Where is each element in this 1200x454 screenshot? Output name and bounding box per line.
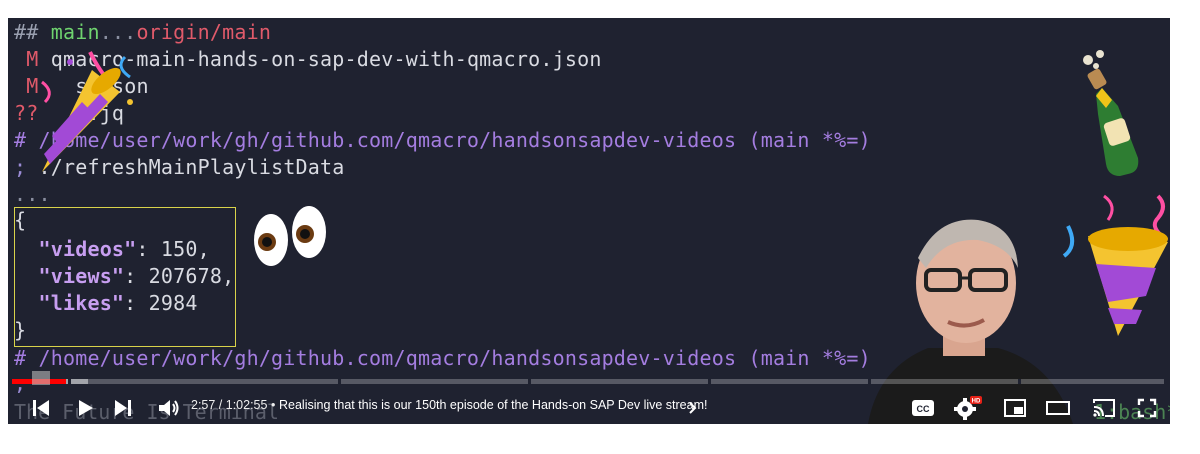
chevron-right-icon[interactable] [687, 398, 699, 418]
settings-button[interactable]: HD [950, 392, 986, 424]
progress-track [12, 379, 1164, 384]
party-popper-left-icon [41, 51, 133, 172]
volume-icon [159, 400, 179, 416]
captions-button[interactable]: CC [906, 392, 940, 424]
next-button[interactable] [108, 392, 138, 424]
captions-icon: CC [912, 400, 934, 416]
chapter-title[interactable]: Realising that this is our 150th episode… [279, 398, 707, 412]
json-value: 2984 [148, 291, 198, 315]
json-field-likes: "likes": 2984 [38, 291, 198, 315]
chapter-marker [68, 379, 71, 384]
hd-badge: HD [972, 399, 981, 405]
chapter-marker [528, 379, 531, 384]
settings-icon: HD [954, 396, 982, 420]
json-key: "videos" [38, 237, 137, 261]
presenter-video [868, 219, 1073, 424]
json-value: 207678, [148, 264, 235, 288]
theater-icon [1046, 401, 1070, 415]
prompt-path: # /home/user/work/gh/github.com/qmacro/h… [14, 346, 871, 370]
progress-bar[interactable] [8, 374, 1170, 388]
volume-button[interactable] [152, 392, 186, 424]
json-open-brace: { [14, 208, 27, 232]
champagne-bottle-icon [1083, 50, 1139, 176]
json-field-views: "views": 207678, [38, 264, 235, 288]
json-key: "views" [38, 264, 125, 288]
miniplayer-icon [1004, 399, 1026, 417]
chapter-marker [708, 379, 711, 384]
time-text: 2:57 / 1:02:55 [191, 398, 268, 412]
branch-name: main [50, 20, 100, 44]
json-field-videos: "videos": 150, [38, 237, 210, 261]
json-key: "likes" [38, 291, 125, 315]
branch-remote: origin/main [136, 20, 272, 44]
chapter-marker [1018, 379, 1021, 384]
fullscreen-button[interactable] [1130, 392, 1164, 424]
branch-hash: ## [14, 20, 39, 44]
chapter-marker [338, 379, 341, 384]
play-icon [79, 400, 93, 416]
prompt-char: ; [14, 155, 27, 179]
next-icon [115, 400, 131, 416]
prev-icon [33, 400, 49, 416]
eyes-emoji-icon [254, 206, 326, 266]
player-controls: 2:57 / 1:02:55 • Realising that this is … [8, 392, 1170, 424]
svg-text:CC: CC [917, 404, 930, 414]
video-player[interactable]: ## main...origin/main M qmacro-main-hand… [8, 18, 1170, 424]
time-display: 2:57 / 1:02:55 • [191, 398, 275, 412]
json-value: 150, [160, 237, 210, 261]
miniplayer-button[interactable] [998, 392, 1032, 424]
json-close-brace: } [14, 318, 27, 342]
chapter-marker [868, 379, 871, 384]
play-button[interactable] [70, 392, 100, 424]
previous-button[interactable] [26, 392, 56, 424]
cast-button[interactable] [1086, 392, 1122, 424]
scrub-handle[interactable] [32, 371, 50, 385]
theater-mode-button[interactable] [1038, 392, 1078, 424]
prompt-path: # /home/user/work/gh/github.com/qmacro/h… [14, 128, 871, 152]
cast-icon [1093, 399, 1115, 417]
branch-sep: ... [99, 20, 137, 44]
time-separator: • [270, 398, 276, 412]
ellipsis-line: ... [14, 182, 51, 206]
fullscreen-icon [1137, 398, 1157, 418]
